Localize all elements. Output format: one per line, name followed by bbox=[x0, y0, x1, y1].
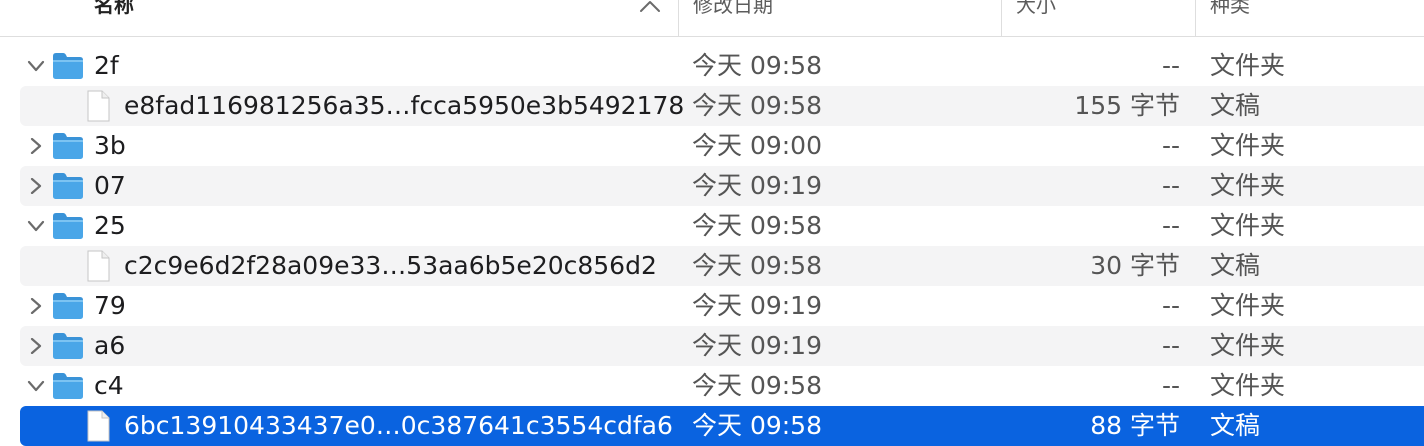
folder-row[interactable]: a6 今天 09:19 -- 文件夹 bbox=[20, 326, 1424, 366]
item-kind: 文稿 bbox=[1210, 411, 1261, 440]
column-header-date-label: 修改日期 bbox=[693, 0, 773, 17]
item-date: 今天 09:00 bbox=[692, 131, 822, 160]
chevron-down-icon[interactable] bbox=[26, 378, 46, 394]
folder-row[interactable]: 3b 今天 09:00 -- 文件夹 bbox=[20, 126, 1424, 166]
item-size: -- bbox=[1161, 211, 1180, 240]
folder-row[interactable]: 07 今天 09:19 -- 文件夹 bbox=[20, 166, 1424, 206]
folder-row[interactable]: 2f 今天 09:58 -- 文件夹 bbox=[20, 46, 1424, 86]
document-icon bbox=[87, 90, 110, 122]
chevron-right-icon[interactable] bbox=[26, 338, 46, 354]
item-kind: 文稿 bbox=[1210, 91, 1261, 120]
item-kind: 文稿 bbox=[1210, 251, 1261, 280]
item-kind: 文件夹 bbox=[1210, 331, 1286, 360]
folder-icon bbox=[53, 293, 83, 319]
item-date: 今天 09:58 bbox=[692, 91, 822, 120]
chevron-right-icon[interactable] bbox=[26, 298, 46, 314]
item-kind: 文件夹 bbox=[1210, 371, 1286, 400]
item-kind: 文件夹 bbox=[1210, 211, 1286, 240]
item-size: -- bbox=[1161, 371, 1180, 400]
item-size: 30 字节 bbox=[1090, 251, 1180, 280]
column-header-name-label: 名称 bbox=[94, 0, 134, 17]
document-icon bbox=[87, 410, 110, 442]
item-size: -- bbox=[1161, 131, 1180, 160]
item-size: -- bbox=[1161, 51, 1180, 80]
folder-icon bbox=[53, 333, 83, 359]
column-header-date[interactable]: 修改日期 bbox=[678, 0, 1001, 36]
chevron-down-icon[interactable] bbox=[26, 58, 46, 74]
item-name: a6 bbox=[94, 331, 126, 360]
chevron-right-icon[interactable] bbox=[26, 178, 46, 194]
file-row[interactable]: c2c9e6d2f28a09e33…53aa6b5e20c856d2 今天 09:… bbox=[20, 246, 1424, 286]
item-name: 07 bbox=[94, 171, 126, 200]
chevron-up-icon[interactable] bbox=[638, 0, 662, 14]
item-date: 今天 09:19 bbox=[692, 171, 822, 200]
item-size: -- bbox=[1161, 331, 1180, 360]
item-name: e8fad116981256a35…fcca5950e3b5492178 bbox=[124, 91, 685, 120]
file-row[interactable]: e8fad116981256a35…fcca5950e3b5492178 今天 0… bbox=[20, 86, 1424, 126]
item-kind: 文件夹 bbox=[1210, 51, 1286, 80]
item-size: -- bbox=[1161, 171, 1180, 200]
item-name: c2c9e6d2f28a09e33…53aa6b5e20c856d2 bbox=[124, 251, 657, 280]
item-date: 今天 09:58 bbox=[692, 211, 822, 240]
item-date: 今天 09:19 bbox=[692, 291, 822, 320]
column-header-size[interactable]: 大小 bbox=[1001, 0, 1195, 36]
column-header-bar: 名称 修改日期 大小 种类 bbox=[0, 0, 1424, 37]
folder-icon bbox=[53, 133, 83, 159]
item-kind: 文件夹 bbox=[1210, 291, 1286, 320]
file-row[interactable]: 6bc13910433437e0…0c387641c3554cdfa6 今天 09… bbox=[20, 406, 1424, 446]
item-name: 6bc13910433437e0…0c387641c3554cdfa6 bbox=[124, 411, 673, 440]
item-kind: 文件夹 bbox=[1210, 171, 1286, 200]
item-date: 今天 09:58 bbox=[692, 411, 822, 440]
item-date: 今天 09:19 bbox=[692, 331, 822, 360]
folder-icon bbox=[53, 53, 83, 79]
chevron-down-icon[interactable] bbox=[26, 218, 46, 234]
document-icon bbox=[87, 250, 110, 282]
item-kind: 文件夹 bbox=[1210, 131, 1286, 160]
folder-row[interactable]: 79 今天 09:19 -- 文件夹 bbox=[20, 286, 1424, 326]
item-date: 今天 09:58 bbox=[692, 51, 822, 80]
column-header-kind-label: 种类 bbox=[1210, 0, 1250, 17]
item-date: 今天 09:58 bbox=[692, 371, 822, 400]
item-size: -- bbox=[1161, 291, 1180, 320]
item-date: 今天 09:58 bbox=[692, 251, 822, 280]
column-header-size-label: 大小 bbox=[1016, 0, 1056, 17]
item-size: 155 字节 bbox=[1074, 91, 1180, 120]
item-size: 88 字节 bbox=[1090, 411, 1180, 440]
folder-icon bbox=[53, 213, 83, 239]
column-header-name[interactable]: 名称 bbox=[0, 0, 678, 36]
item-name: 2f bbox=[94, 51, 119, 80]
item-name: 25 bbox=[94, 211, 126, 240]
item-name: 3b bbox=[94, 131, 126, 160]
column-header-kind[interactable]: 种类 bbox=[1195, 0, 1424, 36]
folder-row[interactable]: 25 今天 09:58 -- 文件夹 bbox=[20, 206, 1424, 246]
folder-icon bbox=[53, 373, 83, 399]
item-name: c4 bbox=[94, 371, 124, 400]
item-name: 79 bbox=[94, 291, 126, 320]
folder-row[interactable]: c4 今天 09:58 -- 文件夹 bbox=[20, 366, 1424, 406]
chevron-right-icon[interactable] bbox=[26, 138, 46, 154]
folder-icon bbox=[53, 173, 83, 199]
